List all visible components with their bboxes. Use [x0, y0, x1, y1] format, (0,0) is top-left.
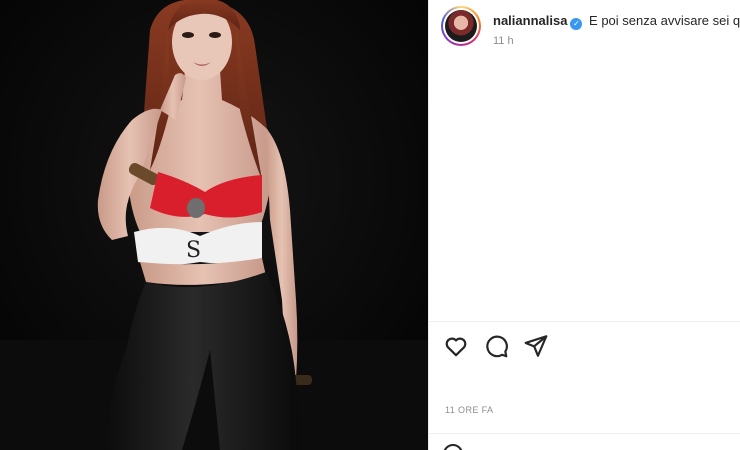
- post-photo[interactable]: S: [0, 0, 428, 450]
- avatar[interactable]: [441, 6, 481, 46]
- avatar-image: [445, 10, 477, 42]
- verified-badge-icon: ✓: [570, 18, 583, 30]
- post-details-panel: naliannalisa ✓ E poi senza avvisare sei q…: [428, 0, 740, 450]
- photo-illustration: S: [0, 0, 428, 450]
- caption-text: E poi senza avvisare sei qu: [589, 13, 740, 28]
- share-icon[interactable]: [523, 333, 549, 359]
- post-header: naliannalisa ✓ E poi senza avvisare sei q…: [429, 0, 740, 60]
- caption-line: naliannalisa ✓ E poi senza avvisare sei q…: [493, 12, 740, 30]
- svg-text:S: S: [186, 238, 201, 263]
- comment-icon[interactable]: [483, 333, 509, 359]
- emoji-icon[interactable]: [443, 444, 463, 450]
- divider: [429, 321, 740, 322]
- heart-icon[interactable]: [443, 333, 469, 359]
- divider: [429, 433, 740, 434]
- username-link[interactable]: naliannalisa: [493, 13, 567, 28]
- post-timestamp[interactable]: 11 ORE FA: [445, 405, 493, 415]
- caption-timestamp[interactable]: 11 h: [493, 35, 514, 47]
